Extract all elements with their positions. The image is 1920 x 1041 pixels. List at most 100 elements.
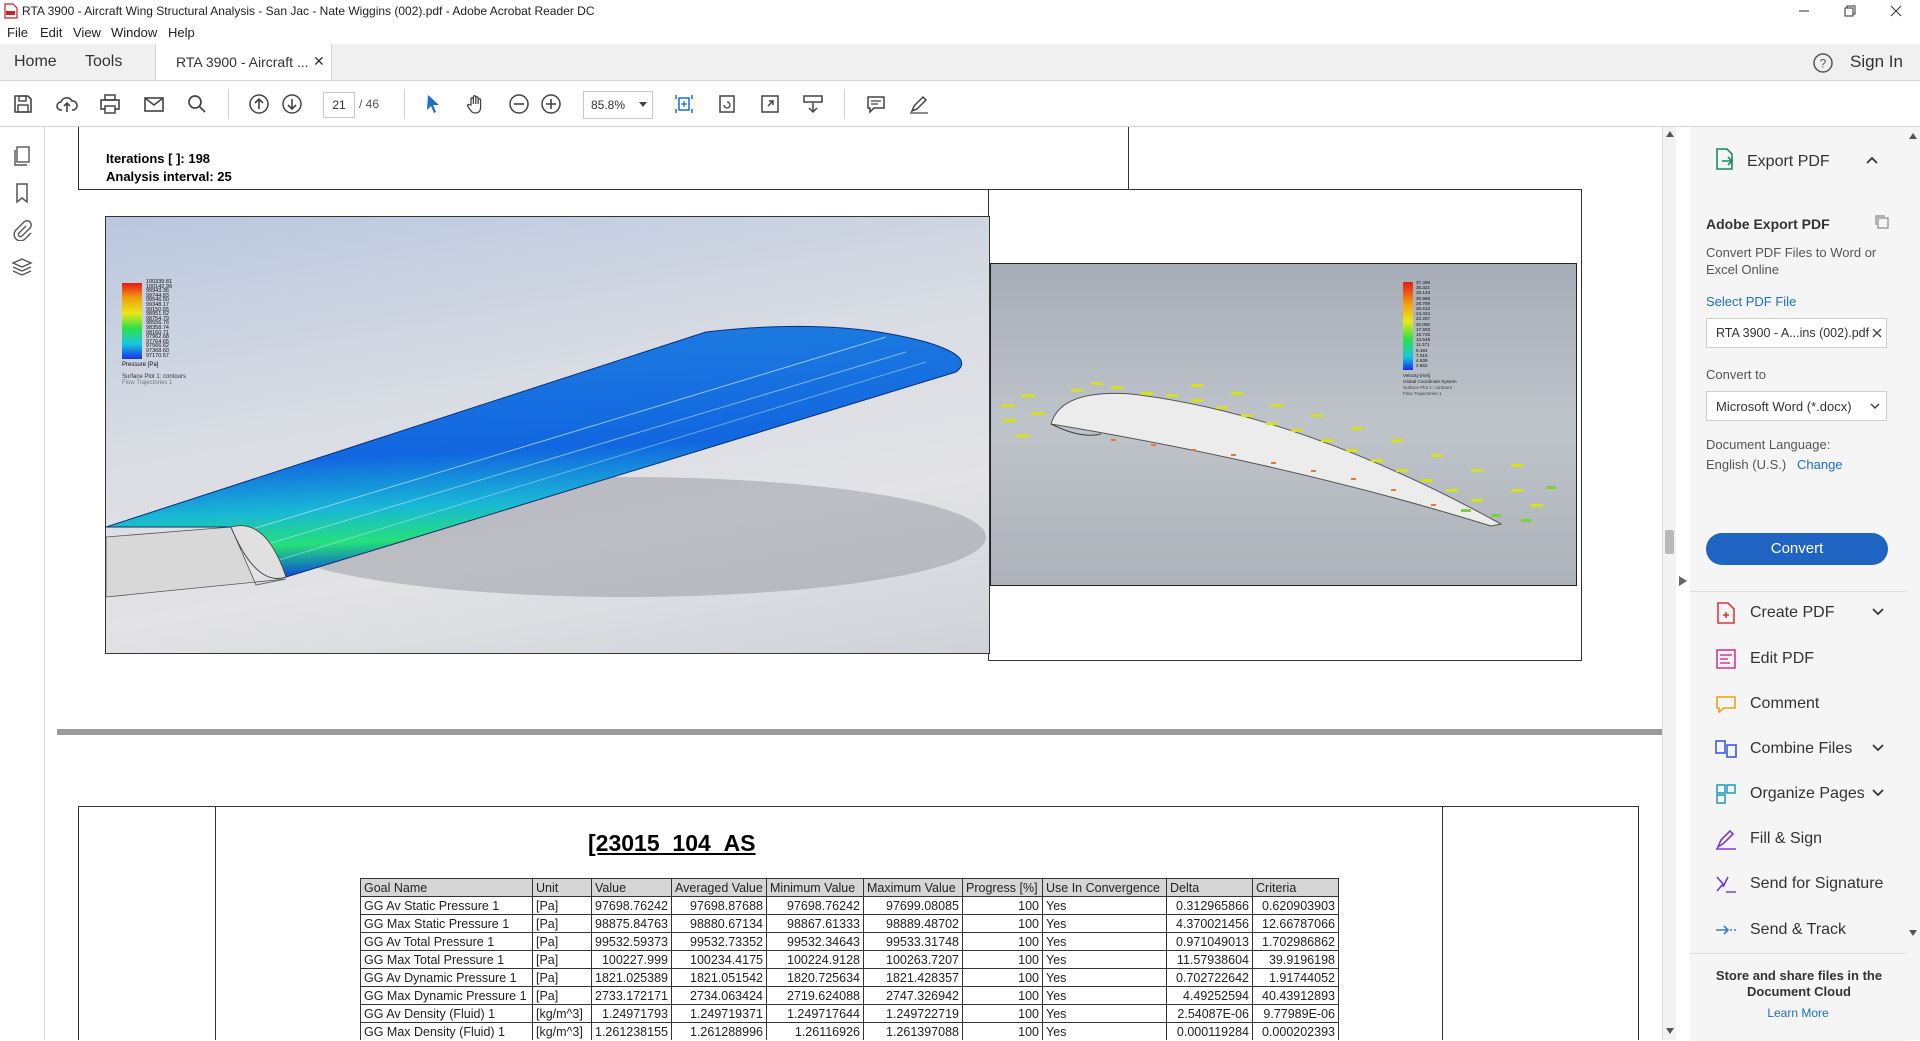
cell: 0.620903903: [1252, 896, 1339, 915]
tab-home[interactable]: Home: [14, 53, 57, 71]
table-row: GG Av Density (Fluid) 1 [kg/m^3] 1.2497179…: [360, 1004, 1339, 1023]
prev-page-button[interactable]: [246, 91, 272, 117]
scroll-up-icon[interactable]: [1666, 131, 1674, 137]
change-language-link[interactable]: Change: [1797, 457, 1843, 472]
zoom-select[interactable]: 85.8%: [583, 91, 653, 119]
tab-tools[interactable]: Tools: [85, 53, 122, 71]
rotate-button[interactable]: [714, 91, 740, 117]
scroll-down-icon[interactable]: [1666, 1028, 1674, 1034]
edit-pdf-icon: [1716, 649, 1736, 669]
zoom-in-button[interactable]: [538, 91, 564, 117]
close-tab-icon[interactable]: ✕: [313, 53, 325, 70]
bookmark-icon[interactable]: [11, 182, 33, 204]
print-button[interactable]: [97, 91, 123, 117]
zoom-out-button[interactable]: [506, 91, 532, 117]
scrollbar-thumb[interactable]: [1665, 530, 1674, 554]
tool-create-pdf[interactable]: Create PDF: [1714, 599, 1894, 627]
tool-combine-files[interactable]: Combine Files: [1714, 735, 1894, 763]
col-value: Value: [591, 878, 672, 897]
rotate-page-icon: [719, 95, 735, 113]
scroll-mode-button[interactable]: [800, 91, 826, 117]
search-button[interactable]: [184, 91, 210, 117]
layers-icon[interactable]: [11, 256, 33, 278]
tool-send-for-signature[interactable]: Send for Signature: [1714, 870, 1894, 898]
document-scrollbar[interactable]: [1662, 127, 1677, 1040]
tool-fill-sign[interactable]: Fill & Sign: [1714, 825, 1894, 853]
send-track-icon: [1716, 925, 1736, 935]
cell: Yes: [1042, 1004, 1167, 1023]
menu-edit[interactable]: Edit: [40, 25, 62, 40]
velocity-legend-label: Velocity [m/s]: [1403, 373, 1431, 378]
cell: 99532.59373: [591, 932, 672, 951]
page-thumbnails-icon[interactable]: [11, 145, 33, 167]
cursor-arrow-icon: [427, 95, 439, 113]
document-viewport[interactable]: Iterations [ ]: 198 Analysis interval: 2…: [45, 127, 1662, 1040]
velocity-legend-bar: [1403, 282, 1413, 370]
cell: Yes: [1042, 914, 1167, 933]
menu-file[interactable]: File: [7, 25, 28, 40]
col-delta: Delta: [1166, 878, 1253, 897]
next-page-button[interactable]: [279, 91, 305, 117]
toolbar-separator: [844, 89, 845, 119]
help-icon[interactable]: ?: [1812, 52, 1834, 74]
right-panel-toggle-strip: [1676, 127, 1691, 1040]
upload-button[interactable]: [54, 91, 80, 117]
airfoil-velocity-plot-image: 37.498 35.321 33.143 30.966 28.789 26.612 24.4…: [990, 263, 1577, 586]
velocity-legend-sub1: Global Coordinate System: [1403, 379, 1457, 384]
minimize-button[interactable]: [1781, 0, 1827, 22]
tools-pane-scrollbar[interactable]: [1906, 127, 1920, 1040]
combine-files-icon: [1715, 740, 1737, 758]
menu-window[interactable]: Window: [111, 25, 157, 40]
tool-label: Fill & Sign: [1750, 830, 1823, 847]
clear-file-icon[interactable]: [1872, 328, 1882, 338]
full-screen-button[interactable]: [757, 91, 783, 117]
restore-button[interactable]: [1827, 0, 1873, 22]
tab-bar: Home Tools RTA 3900 - Aircraft ... ✕ ? S…: [0, 44, 1920, 81]
tool-send-track[interactable]: Send & Track: [1714, 916, 1894, 944]
menu-help[interactable]: Help: [168, 25, 195, 40]
cell: 98867.61333: [766, 914, 864, 933]
divider: [1690, 591, 1906, 592]
select-tool-button[interactable]: [420, 91, 446, 117]
page-number-input[interactable]: 21: [323, 92, 355, 118]
cell: 1821.051542: [671, 968, 767, 987]
tool-edit-pdf[interactable]: Edit PDF: [1714, 645, 1894, 673]
hand-tool-button[interactable]: [463, 91, 489, 117]
sign-in-link[interactable]: Sign In: [1850, 52, 1903, 72]
learn-more-link[interactable]: Learn More: [1690, 1006, 1906, 1020]
convert-button[interactable]: Convert: [1706, 533, 1888, 565]
cell: 1.261288996: [671, 1022, 767, 1040]
comment-button[interactable]: [863, 91, 889, 117]
menu-view[interactable]: View: [73, 25, 101, 40]
chevron-up-icon[interactable]: [1866, 156, 1878, 164]
close-window-button[interactable]: [1873, 0, 1919, 22]
email-button[interactable]: [141, 91, 167, 117]
attachment-icon[interactable]: [11, 219, 33, 241]
cell: 2733.172171: [591, 986, 672, 1005]
tool-comment[interactable]: Comment: [1714, 690, 1894, 718]
convert-to-label: Convert to: [1706, 367, 1766, 382]
save-button[interactable]: [10, 91, 36, 117]
cell: 99533.31748: [863, 932, 963, 951]
iterations-text: Iterations [ ]: 198: [106, 151, 211, 166]
export-description: Convert PDF Files to Word or Excel Onlin…: [1706, 245, 1877, 277]
scroll-down-icon[interactable]: [1909, 930, 1917, 936]
arrow-down-circle-icon: [282, 94, 302, 114]
sign-button[interactable]: [906, 91, 932, 117]
cell: 100227.999: [591, 950, 672, 969]
cell: 97698.76242: [591, 896, 672, 915]
hand-icon: [466, 95, 482, 114]
selected-file-field[interactable]: RTA 3900 - A...ins (002).pdf: [1706, 318, 1887, 348]
convert-to-select[interactable]: Microsoft Word (*.docx): [1706, 391, 1887, 421]
fit-page-button[interactable]: [671, 91, 697, 117]
copy-icon[interactable]: [1874, 214, 1890, 230]
export-pdf-header[interactable]: Export PDF: [1747, 153, 1830, 171]
scroll-up-icon[interactable]: [1909, 133, 1917, 139]
cell: 1.261397088: [863, 1022, 963, 1040]
chevron-down-icon: [1870, 403, 1880, 410]
cell: 100224.9128: [766, 950, 864, 969]
tab-document[interactable]: RTA 3900 - Aircraft ... ✕: [155, 44, 332, 80]
tool-organize-pages[interactable]: Organize Pages: [1714, 780, 1894, 808]
cell: GG Max Density (Fluid) 1: [360, 1022, 533, 1040]
collapse-right-panel-icon[interactable]: [1679, 576, 1687, 586]
